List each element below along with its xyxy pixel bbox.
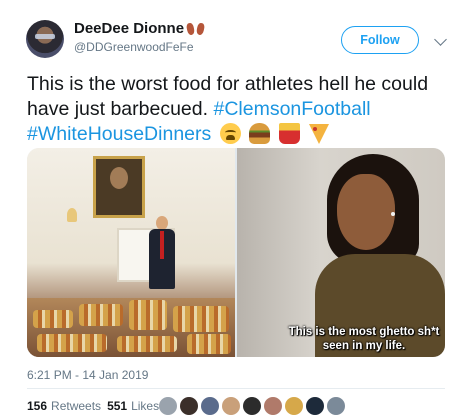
liker-avatar[interactable] <box>159 397 177 415</box>
liker-avatar[interactable] <box>201 397 219 415</box>
retweets-label: Retweets <box>51 399 102 413</box>
likes-label: Likes <box>131 399 160 413</box>
likes-stat[interactable]: 551 Likes <box>107 399 159 413</box>
hashtag-link[interactable]: #WhiteHouseDinners <box>27 123 211 145</box>
wall-sconce <box>67 208 77 222</box>
display-name[interactable]: DeeDee Dionne <box>74 20 204 37</box>
photo-white-house-dinner[interactable] <box>27 148 235 357</box>
fries-emoji-icon <box>278 123 300 144</box>
retweets-stat[interactable]: 156 Retweets <box>27 399 101 413</box>
liker-avatar[interactable] <box>264 397 282 415</box>
user-handle[interactable]: @DDGreenwoodFeFe <box>74 40 194 54</box>
portrait-painting <box>93 156 145 218</box>
food-pile <box>37 334 107 352</box>
liker-avatars <box>159 397 345 415</box>
liker-avatar[interactable] <box>306 397 324 415</box>
retweets-count: 156 <box>27 399 48 413</box>
liker-avatar[interactable] <box>243 397 261 415</box>
media-grid: This is the most ghetto sh*t seen in my … <box>27 148 445 357</box>
follow-button[interactable]: Follow <box>341 26 419 54</box>
food-pile <box>173 306 229 332</box>
pizza-emoji-icon <box>308 124 329 144</box>
food-pile <box>117 336 177 352</box>
liker-avatar[interactable] <box>285 397 303 415</box>
divider <box>27 388 445 389</box>
food-pile <box>79 304 123 326</box>
likes-count: 551 <box>107 399 128 413</box>
meme-caption: This is the most ghetto sh*t seen in my … <box>288 326 440 352</box>
food-pile <box>129 300 167 330</box>
chevron-down-icon[interactable] <box>434 33 447 46</box>
liker-avatar[interactable] <box>180 397 198 415</box>
feet-emoji-icon <box>187 20 204 35</box>
liker-avatar[interactable] <box>222 397 240 415</box>
tweet-text: This is the worst food for athletes hell… <box>27 72 467 147</box>
hamburger-emoji-icon <box>249 123 271 144</box>
photo-reaction-meme[interactable]: This is the most ghetto sh*t seen in my … <box>237 148 445 357</box>
person-standing <box>147 216 177 292</box>
tweet-card: DeeDee Dionne @DDGreenwoodFeFe Follow Th… <box>0 0 474 420</box>
food-pile <box>33 310 73 328</box>
liker-avatar[interactable] <box>327 397 345 415</box>
avatar[interactable] <box>26 20 64 58</box>
tweet-stats: 156 Retweets 551 Likes <box>27 399 159 413</box>
display-name-text: DeeDee Dionne <box>74 20 185 37</box>
tweet-timestamp[interactable]: 6:21 PM - 14 Jan 2019 <box>27 368 148 382</box>
food-pile <box>187 334 231 354</box>
weary-face-emoji-icon <box>219 123 241 144</box>
hashtag-link[interactable]: #ClemsonFootball <box>213 98 370 120</box>
